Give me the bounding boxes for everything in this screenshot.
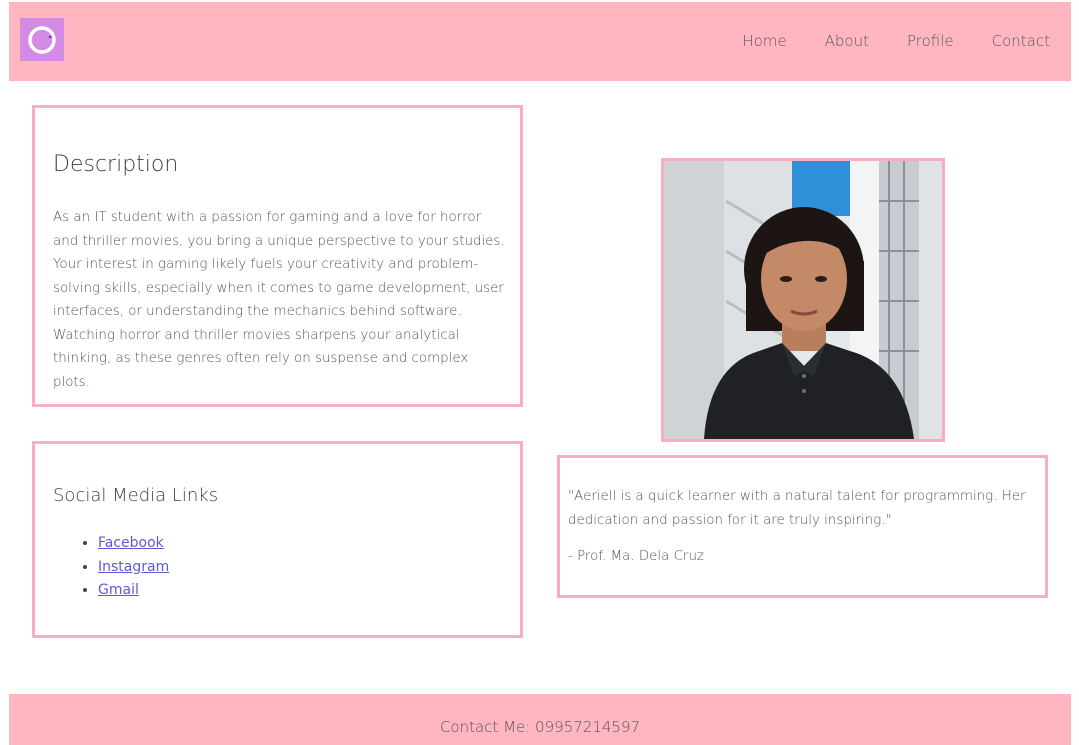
nav-about[interactable]: About	[825, 32, 869, 50]
main-nav: Home About Profile Contact	[742, 32, 1050, 50]
page: Home About Profile Contact Description A…	[0, 0, 1079, 745]
social-links-title: Social Media Links	[53, 485, 219, 506]
testimonial-author: - Prof. Ma. Dela Cruz	[568, 549, 704, 564]
site-footer: Contact Me: 09957214597	[9, 694, 1071, 745]
footer-contact: Contact Me: 09957214597	[439, 718, 641, 736]
social-links-list: Facebook Instagram Gmail	[80, 532, 169, 603]
site-header: Home About Profile Contact	[9, 2, 1071, 81]
social-link-item: Facebook	[98, 532, 169, 556]
nav-profile[interactable]: Profile	[907, 32, 954, 50]
site-logo[interactable]	[20, 18, 64, 61]
gmail-link[interactable]: Gmail	[98, 582, 139, 598]
social-links-card: Social Media Links Facebook Instagram Gm…	[32, 441, 523, 638]
nav-contact[interactable]: Contact	[992, 32, 1050, 50]
social-link-item: Instagram	[98, 556, 169, 580]
nav-home[interactable]: Home	[742, 32, 786, 50]
circle-logo-icon	[28, 25, 56, 54]
profile-photo-image	[664, 161, 942, 439]
facebook-link[interactable]: Facebook	[98, 535, 164, 551]
description-card: Description As an IT student with a pass…	[32, 105, 523, 407]
testimonial-quote: "Aeriell is a quick learner with a natur…	[568, 489, 1026, 528]
social-link-item: Gmail	[98, 579, 169, 603]
description-text: As an IT student with a passion for gami…	[53, 210, 505, 390]
description-title: Description	[53, 152, 179, 177]
testimonial-card: "Aeriell is a quick learner with a natur…	[557, 455, 1048, 598]
profile-photo	[661, 158, 945, 442]
instagram-link[interactable]: Instagram	[98, 559, 169, 575]
